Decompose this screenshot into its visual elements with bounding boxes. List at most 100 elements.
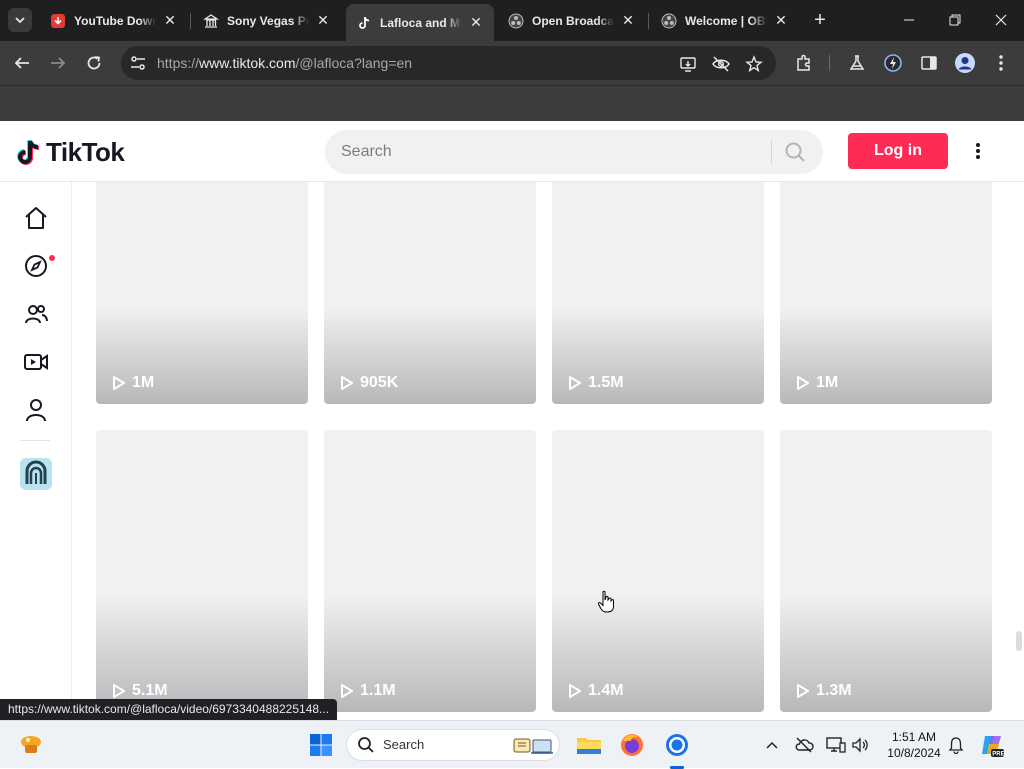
- tiktok-sidebar: [0, 182, 72, 720]
- install-app-icon[interactable]: [678, 54, 698, 74]
- file-explorer-icon[interactable]: [575, 731, 603, 759]
- video-card[interactable]: 905K: [324, 172, 536, 404]
- tab-search-button[interactable]: [8, 8, 32, 32]
- taskbar-clock[interactable]: 1:51 AM 10/8/2024: [884, 729, 944, 761]
- browser-menu-icon[interactable]: [990, 52, 1012, 74]
- new-tab-button[interactable]: +: [808, 8, 832, 32]
- video-card[interactable]: 1.3M: [780, 430, 992, 712]
- notification-dot: [49, 255, 55, 261]
- close-icon[interactable]: ✕: [620, 12, 636, 29]
- search-icon: [358, 737, 374, 753]
- video-card[interactable]: 5.1M: [96, 430, 308, 712]
- url-text: https://www.tiktok.com/@lafloca?lang=en: [157, 55, 413, 71]
- scrollbar-thumb[interactable]: [1016, 631, 1022, 651]
- video-grid: 1M 905K 1.5M 1M 5.1M 1.1M 1.4M 1.3M: [72, 172, 1024, 720]
- video-card[interactable]: 1M: [780, 172, 992, 404]
- sidebar-divider: [20, 440, 50, 441]
- cloud-off-icon[interactable]: [794, 735, 814, 755]
- video-card[interactable]: 1.5M: [552, 172, 764, 404]
- start-button[interactable]: [307, 731, 335, 759]
- copilot-icon[interactable]: PRE: [978, 731, 1006, 759]
- view-count-label: 1M: [816, 374, 839, 391]
- restore-button[interactable]: [932, 0, 978, 40]
- more-options-button[interactable]: [966, 139, 990, 163]
- site-settings-icon[interactable]: [129, 54, 147, 72]
- close-icon[interactable]: ✕: [773, 12, 789, 29]
- obs-icon: [508, 13, 524, 29]
- video-card[interactable]: 1M: [96, 172, 308, 404]
- sidebar-item-live[interactable]: [22, 348, 50, 376]
- arrow-right-icon: [51, 57, 66, 69]
- firefox-icon[interactable]: [618, 731, 646, 759]
- sidebar-item-home[interactable]: [22, 204, 50, 232]
- back-button[interactable]: [10, 51, 34, 75]
- obs-icon: [661, 13, 677, 29]
- close-window-button[interactable]: [978, 0, 1024, 40]
- eye-off-icon[interactable]: [711, 54, 731, 74]
- notification-bell-icon[interactable]: [946, 735, 966, 755]
- close-icon[interactable]: ✕: [162, 12, 178, 29]
- toolbar-divider: [829, 55, 830, 71]
- tab-sony-vegas[interactable]: Sony Vegas Pro ✕: [193, 5, 341, 36]
- video-card[interactable]: 1.4M: [552, 430, 764, 712]
- restore-icon: [949, 14, 961, 26]
- clock-date: 10/8/2024: [887, 746, 941, 760]
- extension-profile-icon[interactable]: [882, 52, 904, 74]
- tiktok-header: TikTok Log in: [0, 121, 1024, 182]
- close-icon[interactable]: ✕: [468, 14, 484, 31]
- tab-youtube-downloader[interactable]: YouTube Downl ✕: [40, 5, 188, 36]
- museum-avatar-icon: [20, 458, 52, 490]
- close-icon[interactable]: ✕: [315, 12, 331, 29]
- bank-icon: [203, 13, 219, 29]
- login-button[interactable]: Log in: [848, 133, 948, 169]
- view-count-label: 1M: [132, 374, 155, 391]
- play-icon: [797, 376, 809, 390]
- play-icon: [569, 684, 581, 698]
- search-divider: [771, 140, 772, 164]
- extensions-icon[interactable]: [793, 52, 815, 74]
- search-button[interactable]: [783, 140, 807, 164]
- play-icon: [797, 684, 809, 698]
- forward-button[interactable]: [46, 51, 70, 75]
- search-icon: [785, 142, 805, 162]
- tab-open-broadcaster[interactable]: Open Broadcas ✕: [498, 5, 646, 36]
- address-bar[interactable]: https://www.tiktok.com/@lafloca?lang=en: [121, 46, 776, 80]
- labs-flask-icon[interactable]: [846, 52, 868, 74]
- sidebar-item-explore[interactable]: [22, 252, 50, 280]
- tiktok-logo[interactable]: TikTok: [16, 137, 125, 167]
- tab-welcome-obs[interactable]: Welcome | OBS ✕: [651, 5, 799, 36]
- sidebar-item-creator-avatar[interactable]: [20, 458, 52, 490]
- volume-icon[interactable]: [850, 735, 870, 755]
- compass-icon: [25, 255, 47, 277]
- widgets-icon[interactable]: [17, 731, 45, 759]
- minimize-button[interactable]: [886, 0, 932, 40]
- bookmark-star-icon[interactable]: [744, 54, 764, 74]
- side-panel-icon[interactable]: [918, 52, 940, 74]
- chevron-down-icon: [15, 17, 25, 24]
- view-count-label: 1.1M: [360, 682, 396, 699]
- hand-cursor-icon: [597, 590, 614, 613]
- video-card[interactable]: 1.1M: [324, 430, 536, 712]
- reload-icon: [87, 56, 101, 70]
- view-count: 905K: [340, 374, 398, 392]
- tab-title: Open Broadcas: [532, 13, 614, 28]
- reload-button[interactable]: [82, 51, 106, 75]
- search-input[interactable]: [341, 130, 761, 174]
- show-hidden-icons-button[interactable]: [762, 735, 782, 755]
- tab-separator: [190, 13, 191, 29]
- chevron-up-icon: [766, 741, 778, 749]
- play-icon: [569, 376, 581, 390]
- search-bar: [325, 130, 823, 174]
- tab-strip: YouTube Downl ✕ Sony Vegas Pro ✕ Lafloca…: [0, 0, 1024, 41]
- view-count: 1.3M: [796, 682, 852, 700]
- play-icon: [341, 376, 353, 390]
- network-icon[interactable]: [826, 735, 846, 755]
- profile-avatar-icon[interactable]: [954, 52, 976, 74]
- sidebar-item-profile[interactable]: [22, 396, 50, 424]
- taskbar-search[interactable]: Search: [346, 729, 560, 761]
- chrome-icon[interactable]: [663, 731, 691, 759]
- live-video-icon: [24, 354, 48, 370]
- sidebar-item-following[interactable]: [22, 300, 50, 328]
- minimize-icon: [904, 19, 914, 21]
- tab-tiktok-lafloca[interactable]: Lafloca and Mi ✕: [346, 4, 494, 41]
